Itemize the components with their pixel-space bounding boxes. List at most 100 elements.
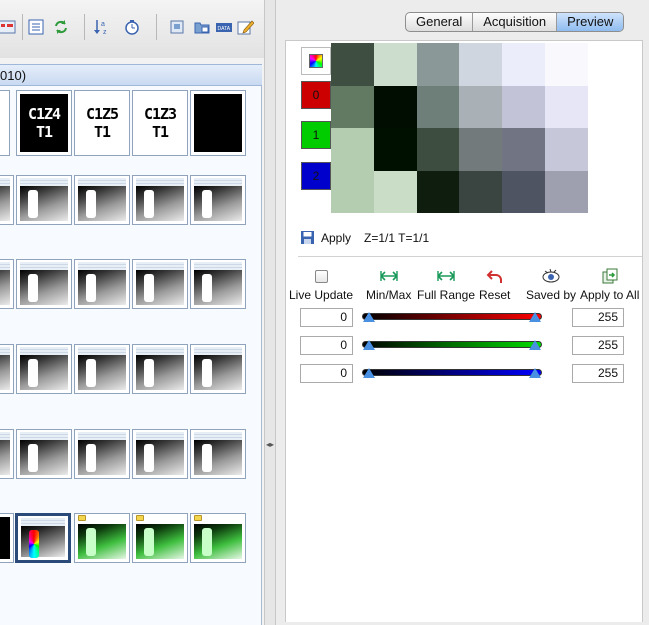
min-value-field[interactable]: 0 — [300, 364, 353, 383]
thumbnail[interactable] — [190, 513, 246, 563]
channel-0-button[interactable]: 0 — [301, 81, 331, 109]
tab-general[interactable]: General — [406, 13, 474, 31]
list-view-icon[interactable] — [25, 16, 47, 38]
refresh-icon[interactable] — [50, 16, 72, 38]
copy-apply-icon — [601, 267, 619, 285]
thumbnail-browser-pane: az DATA 010) C1Z4 T1 C1Z5 T1 C1Z3 T1 — [0, 0, 264, 625]
clock-icon[interactable] — [121, 16, 143, 38]
thumbnail[interactable] — [132, 344, 188, 394]
max-value-field[interactable]: 255 — [572, 308, 624, 327]
thumbnail[interactable] — [132, 429, 188, 479]
thumbnail[interactable] — [16, 175, 72, 225]
sort-az-icon[interactable]: az — [91, 16, 113, 38]
preview-pixel — [459, 85, 503, 128]
view-mode-icon[interactable] — [0, 16, 18, 38]
tab-acquisition[interactable]: Acquisition — [473, 13, 558, 31]
preview-pixel — [373, 170, 417, 213]
thumbnail[interactable] — [74, 429, 130, 479]
import-image-icon[interactable] — [166, 16, 188, 38]
thumbnail[interactable] — [132, 259, 188, 309]
metadata-pane: General Acquisition Preview 0 1 2 Apply … — [277, 0, 649, 625]
collapse-right-icon[interactable]: ▸ — [270, 440, 274, 449]
thumbnail[interactable] — [16, 344, 72, 394]
thumbnail-selected[interactable] — [15, 513, 71, 563]
channel-1-button[interactable]: 1 — [301, 121, 331, 149]
thumbnail[interactable] — [16, 429, 72, 479]
channel-2-button[interactable]: 2 — [301, 162, 331, 190]
thumbnail-label-c1z5[interactable]: C1Z5 T1 — [74, 90, 130, 156]
max-handle[interactable] — [529, 312, 541, 322]
preview-pixel — [545, 85, 588, 128]
thumbnail[interactable] — [190, 259, 246, 309]
thumbnail[interactable] — [74, 175, 130, 225]
thumbnail-label-line2: T1 — [35, 123, 53, 141]
thumbnail-label-c1z3[interactable]: C1Z3 T1 — [132, 90, 188, 156]
preview-pixel — [545, 43, 588, 86]
min-max-button[interactable]: Min/Max — [366, 267, 411, 302]
dataset-header[interactable]: 010) — [0, 64, 262, 86]
apply-button[interactable]: Apply — [321, 231, 351, 245]
thumbnail[interactable] — [0, 513, 14, 563]
thumbnail[interactable] — [132, 175, 188, 225]
folder-save-icon[interactable] — [191, 16, 213, 38]
preview-pixel — [459, 170, 503, 213]
min-max-label: Min/Max — [366, 288, 412, 302]
green-range-slider: 0 255 — [300, 336, 630, 356]
reset-button[interactable]: Reset — [479, 267, 510, 302]
preview-image[interactable] — [331, 43, 588, 213]
min-value-field[interactable]: 0 — [300, 308, 353, 327]
tab-preview[interactable]: Preview — [557, 13, 624, 31]
thumbnail[interactable] — [0, 344, 14, 394]
full-range-button[interactable]: Full Range — [417, 267, 475, 302]
blue-range-slider: 0 255 — [300, 364, 630, 384]
preview-pixel — [459, 128, 503, 171]
z-t-position: Z=1/1 T=1/1 — [364, 230, 430, 245]
thumbnail[interactable] — [0, 175, 14, 225]
min-handle[interactable] — [363, 368, 375, 378]
channel-label: 1 — [312, 128, 320, 142]
thumbnail[interactable] — [16, 259, 72, 309]
undo-arrow-icon — [486, 267, 504, 285]
all-channels-button[interactable] — [301, 47, 331, 75]
thumbnail[interactable] — [74, 259, 130, 309]
thumbnail[interactable] — [0, 90, 10, 156]
checkbox-icon[interactable] — [314, 269, 328, 283]
thumbnail-label-line1: C1Z4 — [27, 105, 61, 123]
thumbnail[interactable] — [0, 259, 14, 309]
min-handle[interactable] — [363, 340, 375, 350]
slider-track[interactable] — [362, 369, 542, 376]
save-disk-icon[interactable] — [300, 230, 315, 245]
thumbnail-label-line2: T1 — [93, 123, 111, 141]
preview-pixel — [545, 170, 588, 213]
thumbnail-black[interactable] — [190, 90, 246, 156]
slider-track[interactable] — [362, 341, 542, 348]
thumbnail[interactable] — [0, 429, 14, 479]
saved-by-button[interactable]: Saved by — [526, 267, 576, 302]
thumbnail[interactable] — [190, 344, 246, 394]
preview-pixel — [502, 128, 546, 171]
apply-to-all-button[interactable]: Apply to All — [580, 267, 639, 302]
max-value-field[interactable]: 255 — [572, 336, 624, 355]
full-range-label: Full Range — [417, 288, 476, 302]
thumbnail[interactable] — [190, 175, 246, 225]
color-wheel-icon — [309, 54, 323, 68]
thumbnail[interactable] — [190, 429, 246, 479]
thumbnail-label-line1: C1Z5 — [85, 105, 119, 123]
arrows-horizontal-icon — [379, 267, 398, 285]
slider-track[interactable] — [362, 313, 542, 320]
thumbnail[interactable] — [74, 344, 130, 394]
edit-note-icon[interactable] — [234, 16, 256, 38]
reset-label: Reset — [479, 288, 511, 302]
min-handle[interactable] — [363, 312, 375, 322]
data-table-icon[interactable]: DATA — [213, 16, 235, 38]
apply-to-all-label: Apply to All — [580, 288, 640, 302]
max-handle[interactable] — [529, 368, 541, 378]
pane-splitter[interactable]: ◂ ▸ — [264, 0, 276, 625]
min-value-field[interactable]: 0 — [300, 336, 353, 355]
thumbnail[interactable] — [74, 513, 130, 563]
live-update-control[interactable]: Live Update — [289, 267, 353, 302]
max-value-field[interactable]: 255 — [572, 364, 624, 383]
max-handle[interactable] — [529, 340, 541, 350]
thumbnail[interactable] — [132, 513, 188, 563]
thumbnail-label-c1z4[interactable]: C1Z4 T1 — [16, 90, 72, 156]
